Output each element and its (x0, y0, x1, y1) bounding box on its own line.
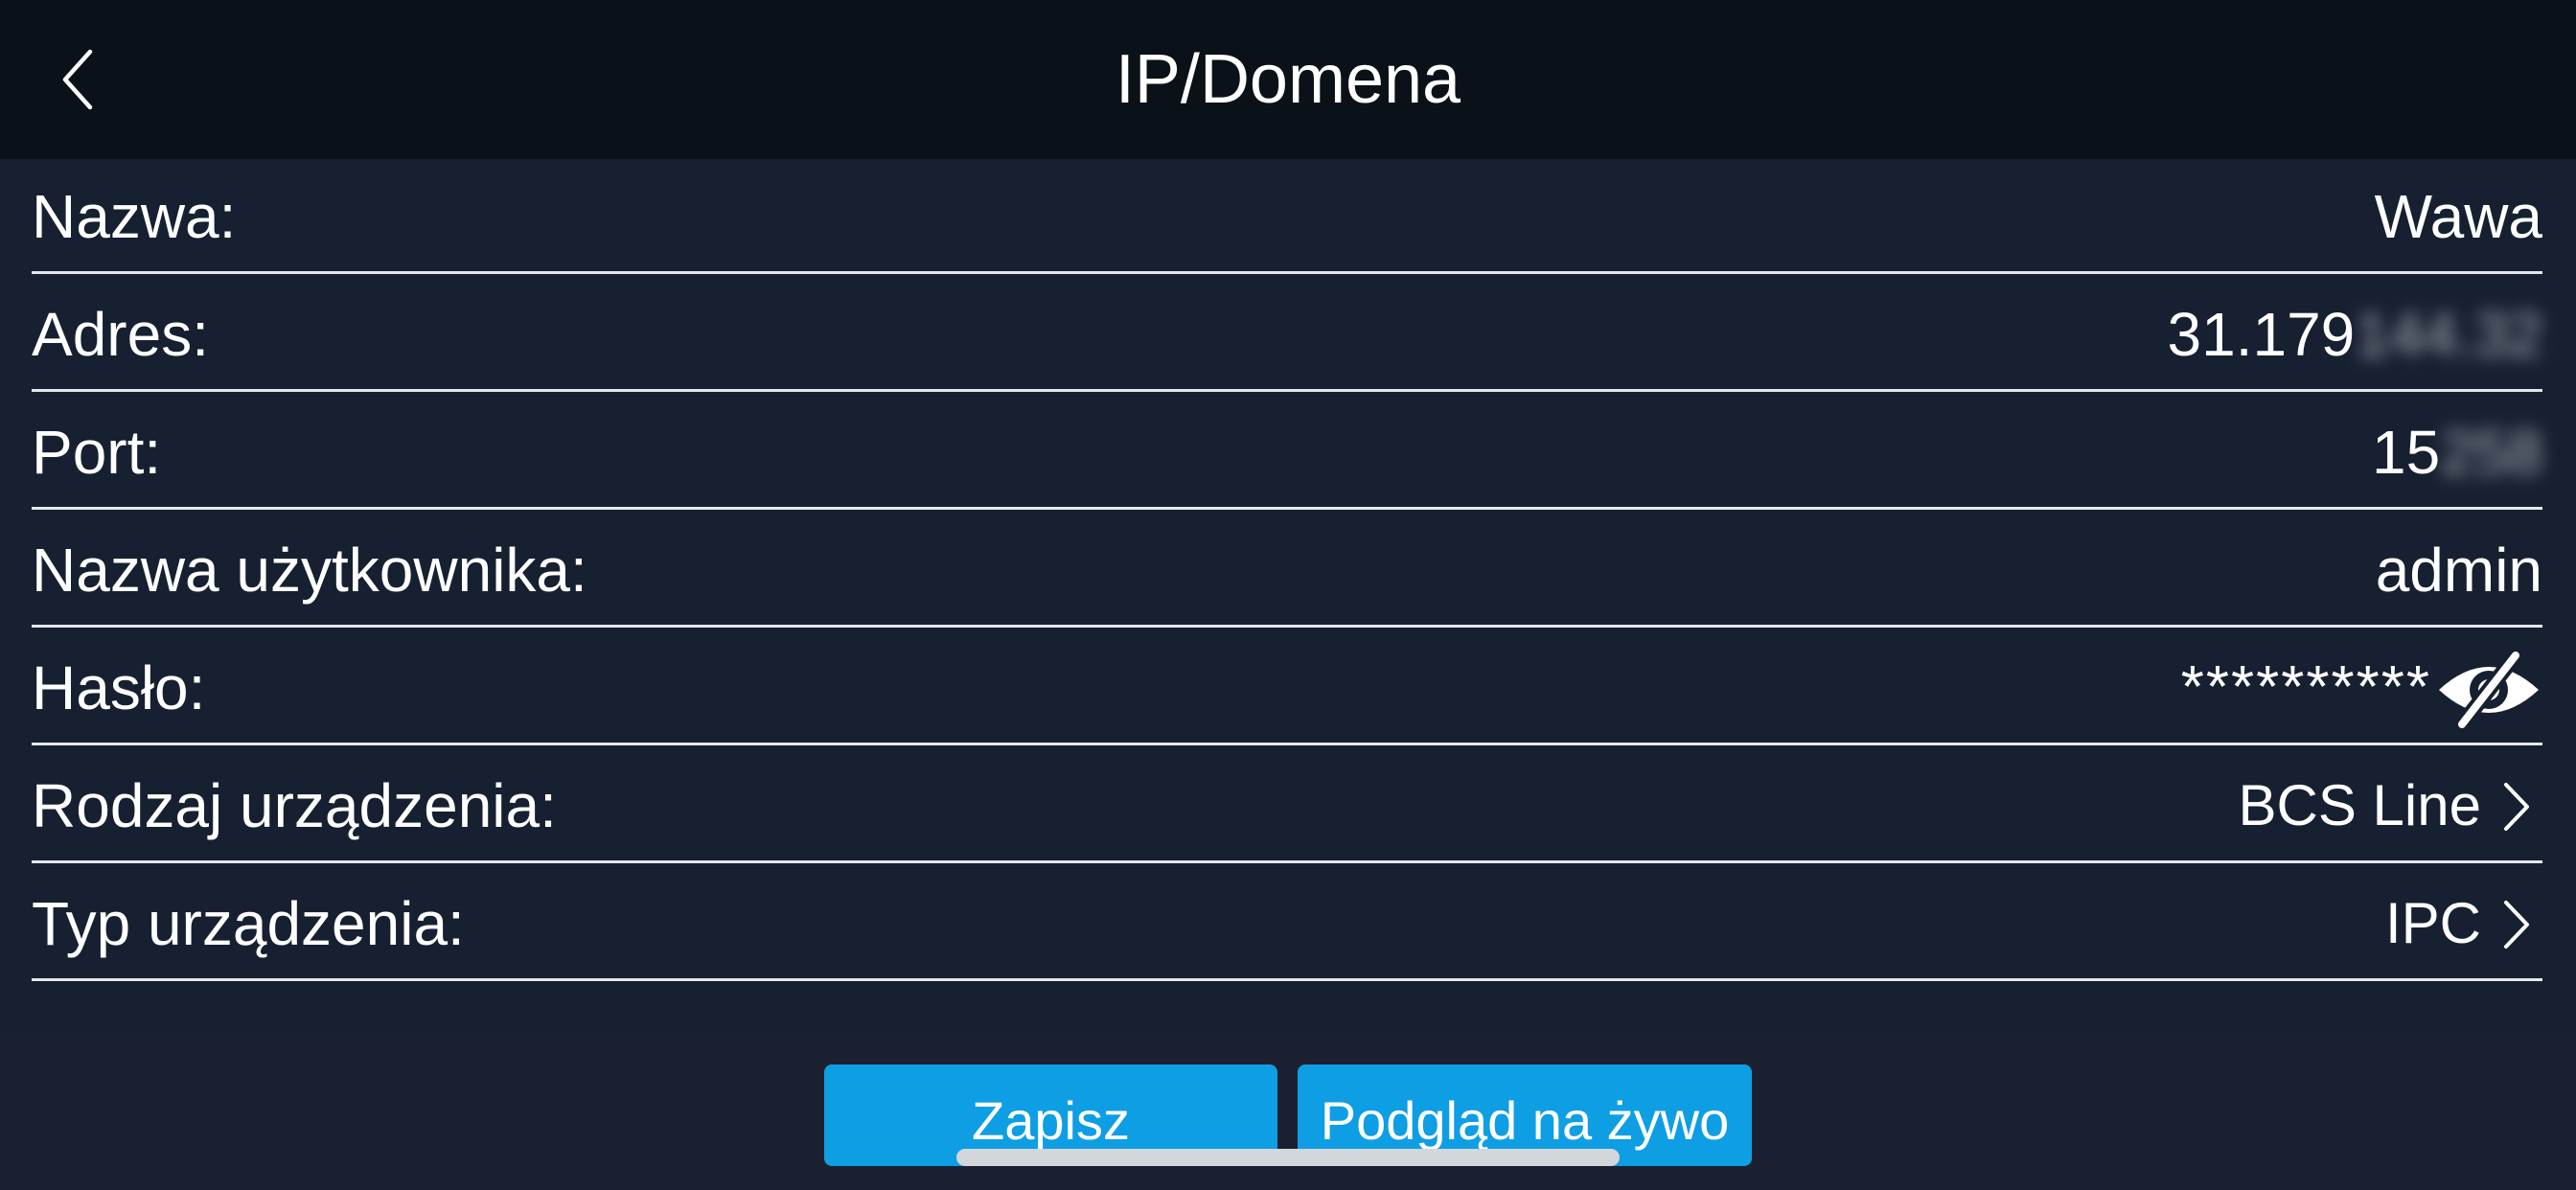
chevron-right-icon (2504, 783, 2529, 831)
device-type-row[interactable]: Typ urządzenia: IPC (32, 866, 2542, 981)
address-label: Adres: (32, 300, 209, 369)
name-label: Nazwa: (32, 182, 237, 251)
home-indicator[interactable] (956, 1149, 1620, 1166)
chevron-right-icon (2504, 901, 2529, 949)
username-field[interactable]: admin (2376, 513, 2542, 628)
password-row[interactable]: Hasło: ********** (32, 630, 2542, 745)
app-screen: IP/Domena Nazwa: Wawa Adres: 31.179144.3… (0, 0, 2576, 1190)
port-label: Port: (32, 418, 162, 487)
device-kind-row[interactable]: Rodzaj urządzenia: BCS Line (32, 748, 2542, 863)
device-form: Nazwa: Wawa Adres: 31.179144.32 Port: 15… (0, 159, 2576, 1037)
page-title: IP/Domena (1115, 41, 1461, 118)
password-field[interactable]: ********** (2181, 630, 2431, 745)
navigation-bar: IP/Domena (0, 0, 2576, 159)
back-button[interactable] (48, 36, 105, 123)
action-bar: Zapisz Podgląd na żywo (0, 1037, 2576, 1190)
port-field[interactable]: 15258 (2372, 395, 2542, 510)
username-row[interactable]: Nazwa użytkownika: admin (32, 513, 2542, 628)
chevron-left-icon (62, 49, 93, 110)
address-row[interactable]: Adres: 31.179144.32 (32, 277, 2542, 392)
port-value-visible: 15 (2372, 418, 2441, 487)
device-kind-label: Rodzaj urządzenia: (32, 771, 557, 840)
address-value-visible: 31.179 (2167, 300, 2356, 369)
name-row[interactable]: Nazwa: Wawa (32, 159, 2542, 274)
eye-slash-icon[interactable] (2435, 648, 2542, 732)
address-field[interactable]: 31.179144.32 (2168, 277, 2543, 392)
device-kind-value: BCS Line (2238, 773, 2481, 837)
address-value-obscured: 144.32 (2355, 300, 2542, 369)
port-value-obscured: 258 (2440, 418, 2542, 487)
username-label: Nazwa użytkownika: (32, 536, 587, 605)
device-type-value: IPC (2384, 891, 2481, 955)
password-label: Hasło: (32, 653, 206, 722)
name-field[interactable]: Wawa (2375, 159, 2542, 274)
device-type-label: Typ urządzenia: (32, 889, 465, 958)
port-row[interactable]: Port: 15258 (32, 395, 2542, 510)
